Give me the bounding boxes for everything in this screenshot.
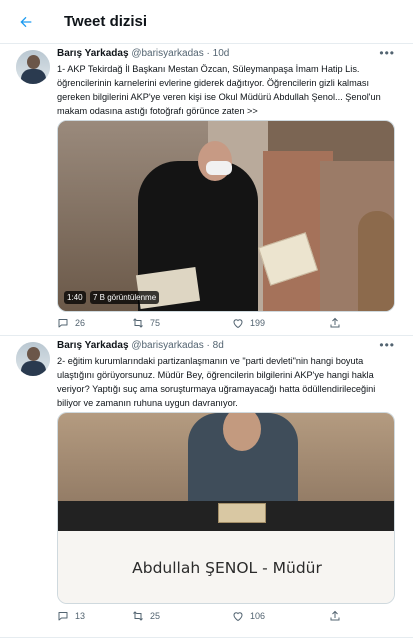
reply-icon [58, 319, 68, 328]
video-duration-badge: 1:40 [64, 291, 86, 304]
retweet-icon [133, 318, 143, 328]
tweet-actions: 26 75 199 [57, 317, 377, 331]
reply-count: 13 [75, 611, 86, 621]
tweet-video[interactable]: 1:40 7 B görüntülenme [57, 120, 395, 312]
heart-icon [233, 319, 243, 329]
like-count: 106 [250, 611, 266, 621]
reply-button[interactable]: 26 [57, 317, 85, 329]
more-options-icon[interactable]: ••• [379, 338, 395, 352]
tweet-time[interactable]: 8d [213, 340, 224, 351]
retweet-count: 25 [150, 611, 161, 621]
thread-header: Tweet dizisi [0, 0, 413, 44]
more-options-icon[interactable]: ••• [379, 46, 395, 60]
tweet[interactable]: Barış Yarkadaş @barisyarkadas · 10d ••• … [0, 44, 413, 336]
author-name[interactable]: Barış Yarkadaş [57, 340, 129, 351]
reply-count: 26 [75, 318, 86, 328]
video-views-badge: 7 B görüntülenme [90, 291, 160, 304]
tweet-meta: Barış Yarkadaş @barisyarkadas · 10d [57, 48, 230, 59]
avatar[interactable] [16, 50, 50, 84]
share-button[interactable] [329, 610, 341, 622]
retweet-icon [133, 611, 143, 621]
share-icon [330, 610, 340, 621]
tweet[interactable]: Barış Yarkadaş @barisyarkadas · 8d ••• 2… [0, 336, 413, 638]
avatar[interactable] [16, 342, 50, 376]
nameplate-image [218, 503, 266, 523]
retweet-count: 75 [150, 318, 161, 328]
tweet-text: 2- eğitim kurumlarındaki partizanlaşmanı… [57, 356, 376, 408]
retweet-button[interactable]: 75 [132, 317, 160, 329]
reply-icon [58, 612, 68, 621]
tweet-meta: Barış Yarkadaş @barisyarkadas · 8d [57, 340, 224, 351]
like-count: 199 [250, 318, 266, 328]
tweet-time[interactable]: 10d [213, 48, 230, 59]
author-handle[interactable]: @barisyarkadas [131, 340, 203, 351]
back-arrow-icon [20, 16, 32, 27]
back-button[interactable] [14, 10, 38, 34]
tweet-actions: 13 25 106 [57, 610, 377, 624]
tweet-text: 1- AKP Tekirdağ İl Başkanı Mestan Özcan,… [57, 64, 381, 116]
share-icon [330, 317, 340, 328]
page-title: Tweet dizisi [64, 13, 148, 30]
author-name[interactable]: Barış Yarkadaş [57, 48, 129, 59]
image-caption: Abdullah ŞENOL - Müdür [58, 531, 394, 603]
heart-icon [233, 612, 243, 622]
retweet-button[interactable]: 25 [132, 610, 160, 622]
tweet-image[interactable]: Abdullah ŞENOL - Müdür [57, 412, 395, 604]
like-button[interactable]: 199 [232, 317, 265, 329]
reply-button[interactable]: 13 [57, 610, 85, 622]
author-handle[interactable]: @barisyarkadas [131, 48, 203, 59]
share-button[interactable] [329, 317, 341, 329]
like-button[interactable]: 106 [232, 610, 265, 622]
